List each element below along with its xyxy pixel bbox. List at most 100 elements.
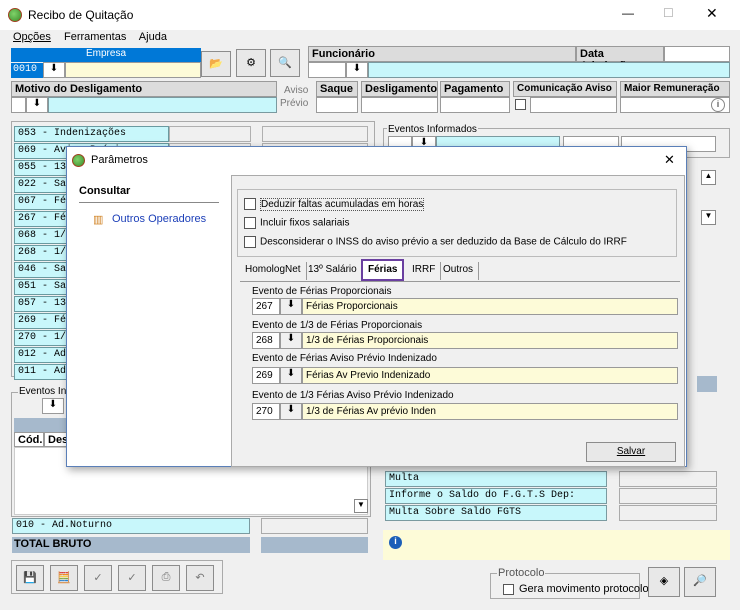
tab-homolognet[interactable]: HomologNet — [240, 262, 307, 280]
total-bruto-label: TOTAL BRUTO — [12, 537, 250, 553]
event-code[interactable]: 270 — [252, 403, 280, 420]
protocolo-label: Protocolo — [497, 567, 546, 579]
outros-operadores-link[interactable]: Outros Operadores — [112, 213, 206, 225]
info-panel — [383, 530, 730, 560]
scroll-up-icon[interactable]: ▲ — [701, 170, 716, 185]
empresa-dropdown[interactable]: ⬇ — [43, 62, 65, 78]
maximize-button[interactable]: ☐ — [663, 6, 674, 20]
gear-icon[interactable]: ⚙ — [236, 49, 266, 77]
comunicacao-checkbox[interactable] — [515, 99, 526, 110]
calculator-icon[interactable]: 🧮 — [50, 565, 78, 591]
title-bar: Recibo de Quitação — ☐ ✕ — [0, 0, 740, 30]
right-list-item[interactable]: Multa — [385, 471, 607, 487]
save-icon[interactable]: 💾 — [16, 565, 44, 591]
gera-protocolo-label: Gera movimento protocolo — [519, 583, 649, 595]
desligamento-field[interactable] — [361, 97, 438, 113]
left-list-value2 — [262, 126, 368, 142]
check2-icon[interactable]: ✓ — [118, 565, 146, 591]
right-list-item[interactable]: Multa Sobre Saldo FGTS — [385, 505, 607, 521]
gera-protocolo-checkbox[interactable] — [503, 584, 514, 595]
tab-content: Evento de Férias Proporcionais 267 ⬇ Fér… — [240, 282, 680, 432]
menu-opcoes[interactable]: Opções — [13, 31, 51, 43]
check-fixos-box[interactable] — [244, 217, 256, 229]
comunicacao-field[interactable] — [530, 97, 617, 113]
undo-icon[interactable]: ↶ — [186, 565, 214, 591]
desligamento-header: Desligamento — [361, 81, 438, 97]
saque-header: Saque — [316, 81, 358, 97]
event-dropdown[interactable]: ⬇ — [280, 332, 302, 349]
funcionario-header: Funcionário — [308, 46, 576, 62]
right-side-bars — [697, 376, 717, 392]
empresa-header: Empresa — [11, 48, 201, 62]
left-list-value — [169, 126, 251, 142]
motivo-code[interactable] — [11, 97, 26, 113]
comunicacao-header: Comunicação Aviso — [513, 81, 617, 97]
menu-ajuda[interactable]: Ajuda — [139, 31, 167, 43]
motivo-dropdown[interactable]: ⬇ — [26, 97, 48, 113]
funcionario-code[interactable] — [308, 62, 346, 78]
tab-outros[interactable]: Outros — [438, 262, 480, 280]
close-button[interactable]: ✕ — [706, 5, 718, 22]
event-dropdown[interactable]: ⬇ — [280, 298, 302, 315]
event-dropdown[interactable]: ⬇ — [280, 403, 302, 420]
event-name[interactable]: 1/3 de Férias Av prévio Inden — [302, 403, 678, 420]
right-list-value — [619, 488, 717, 504]
funcionario-name[interactable] — [368, 62, 730, 78]
tab-irrf[interactable]: IRRF — [407, 262, 442, 280]
event-dropdown[interactable]: ⬇ — [280, 367, 302, 384]
tab-strip: HomologNet 13º Salário Férias IRRF Outro… — [240, 259, 680, 282]
grid-des-header: Des — [44, 432, 68, 447]
print-icon[interactable]: ⎙ — [152, 565, 180, 591]
salvar-label: Salvar — [616, 446, 646, 457]
folder-icon[interactable]: 📂 — [201, 51, 231, 77]
search-icon[interactable]: 🔍 — [270, 49, 300, 77]
check-fixos[interactable]: Incluir fixos salariais — [244, 217, 349, 229]
check-inss-label: Desconsiderar o INSS do aviso prévio a s… — [260, 236, 627, 248]
event-code[interactable]: 267 — [252, 298, 280, 315]
eventos-informados-label: Eventos Informados — [387, 124, 478, 135]
saque-field[interactable] — [316, 97, 358, 113]
check-deduzir-box[interactable] — [244, 198, 256, 210]
motivo-name[interactable] — [48, 97, 277, 113]
event-label: Evento de Férias Proporcionais — [252, 286, 392, 297]
left-list-item[interactable]: 053 - Indenizações — [14, 126, 169, 142]
info-icon[interactable]: i — [711, 98, 725, 112]
funcionario-dropdown[interactable]: ⬇ — [346, 62, 368, 78]
pagamento-field[interactable] — [440, 97, 510, 113]
tab-13-salario[interactable]: 13º Salário — [303, 262, 363, 280]
event-label: Evento de Férias Aviso Prévio Indenizado — [252, 353, 437, 364]
event-code[interactable]: 268 — [252, 332, 280, 349]
scroll-down-icon[interactable]: ▼ — [701, 210, 716, 225]
check-icon[interactable]: ✓ — [84, 565, 112, 591]
dialog-close-button[interactable]: ✕ — [664, 152, 675, 168]
data-admissao-label: Data Admissão: — [576, 46, 664, 72]
adnoturno-row[interactable]: 010 - Ad.Noturno — [12, 518, 250, 534]
menu-bar: Opções Ferramentas Ajuda — [13, 31, 177, 43]
event-name[interactable]: Férias Av Previo Indenizado — [302, 367, 678, 384]
event-code[interactable]: 269 — [252, 367, 280, 384]
event-name[interactable]: Férias Proporcionais — [302, 298, 678, 315]
check-inss-box[interactable] — [244, 236, 256, 248]
total-bruto-value — [261, 537, 368, 553]
salvar-button[interactable]: Salvar — [586, 442, 676, 462]
maior-header: Maior Remuneração — [620, 81, 730, 97]
empresa-code[interactable]: 0010 — [11, 63, 43, 78]
right-list-value — [619, 471, 717, 487]
parametros-dialog: Parâmetros ✕ Consultar ▥ Outros Operador… — [66, 146, 687, 467]
check-inss[interactable]: Desconsiderar o INSS do aviso prévio a s… — [244, 236, 627, 248]
empresa-name[interactable] — [65, 62, 201, 78]
search-close-icon[interactable]: 🔎 — [684, 567, 716, 597]
check-deduzir[interactable]: Deduzir faltas acumuladas em horas — [244, 197, 425, 211]
menu-ferramentas[interactable]: Ferramentas — [64, 31, 126, 43]
grid-scroll-down-icon[interactable]: ▼ — [354, 499, 368, 513]
data-admissao-field[interactable] — [664, 46, 730, 62]
tab-ferias[interactable]: Férias — [361, 259, 405, 281]
right-list-value — [619, 505, 717, 521]
right-list-item[interactable]: Informe o Saldo do F.G.T.S Dep: — [385, 488, 607, 504]
minimize-button[interactable]: — — [622, 6, 634, 20]
dialog-title: Parâmetros — [91, 154, 148, 166]
event-name[interactable]: 1/3 de Férias Proporcionais — [302, 332, 678, 349]
diamond-icon[interactable]: ◈ — [648, 567, 680, 597]
eventos-in-dropdown[interactable]: ⬇ — [42, 398, 64, 414]
event-label: Evento de 1/3 de Férias Proporcionais — [252, 320, 423, 331]
